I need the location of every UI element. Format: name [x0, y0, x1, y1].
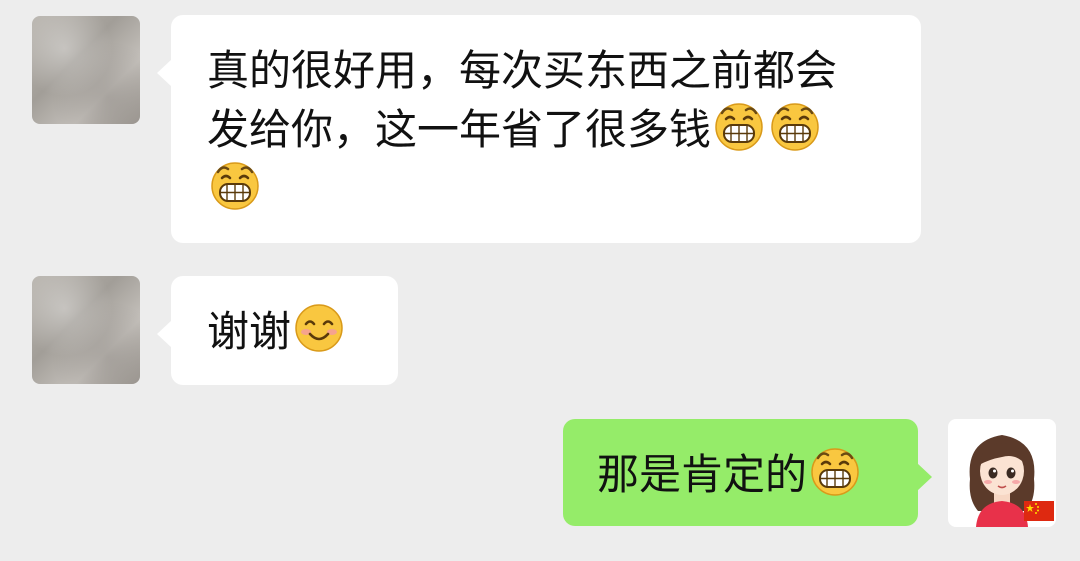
- contact-avatar[interactable]: [32, 16, 140, 124]
- contact-avatar[interactable]: [32, 276, 140, 384]
- china-flag-icon: [1024, 501, 1054, 521]
- smile-icon: [293, 302, 345, 354]
- message-line: 谢谢: [207, 302, 398, 361]
- message-bubble-incoming[interactable]: 谢谢: [157, 276, 398, 385]
- message-line: 那是肯定的: [597, 445, 918, 504]
- message-bubble-outgoing[interactable]: 那是肯定的: [563, 419, 932, 526]
- grin-icon: [713, 100, 765, 152]
- message-line: 真的很好用，每次买东西之前都会: [207, 46, 838, 95]
- message-line: [207, 159, 921, 218]
- grin-icon: [769, 100, 821, 152]
- user-avatar[interactable]: [948, 419, 1056, 527]
- grin-icon: [209, 159, 261, 211]
- grin-icon: [809, 445, 861, 497]
- message-bubble-incoming[interactable]: 真的很好用，每次买东西之前都会 发给你，这一年省了很多钱: [157, 15, 921, 243]
- message-line: 发给你，这一年省了很多钱: [207, 100, 921, 159]
